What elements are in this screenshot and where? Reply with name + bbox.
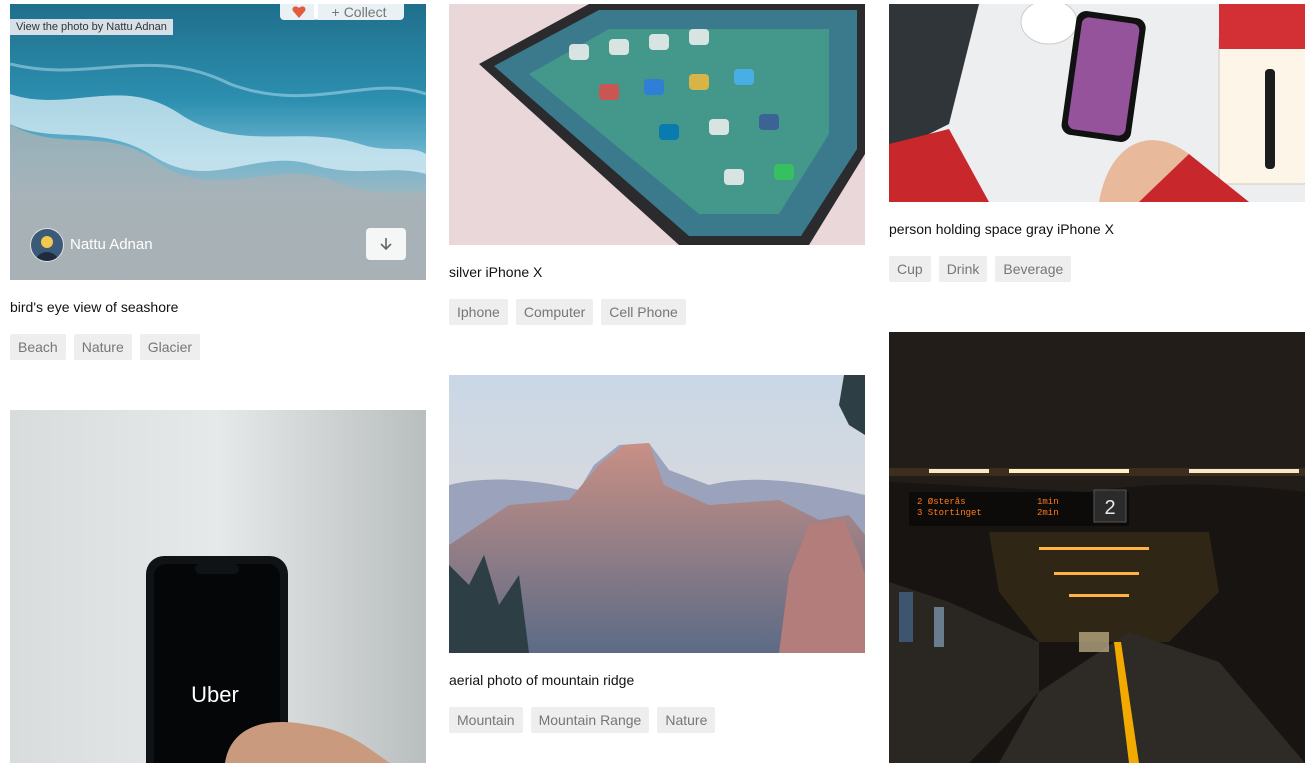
tag-cell-phone[interactable]: Cell Phone — [601, 299, 686, 325]
uber-image: Uber — [10, 410, 426, 763]
tag-mountain[interactable]: Mountain — [449, 707, 523, 733]
photo-caption: aerial photo of mountain ridge — [449, 672, 635, 688]
sign-time-2: 2min — [1037, 508, 1059, 518]
photo-caption: silver iPhone X — [449, 264, 543, 280]
tag-beverage[interactable]: Beverage — [995, 256, 1072, 282]
photo-caption: person holding space gray iPhone X — [889, 221, 1114, 237]
tag-list: Beach Nature Glacier — [10, 334, 201, 360]
plus-icon: + — [331, 4, 340, 20]
collect-button[interactable]: + Collect — [314, 0, 404, 20]
photo-seashore[interactable]: Nattu Adnan — [10, 4, 426, 280]
tag-beach[interactable]: Beach — [10, 334, 66, 360]
tag-glacier[interactable]: Glacier — [139, 334, 201, 360]
sign-line-1: 2 Østerås — [917, 497, 966, 507]
tag-list: Iphone Computer Cell Phone — [449, 299, 686, 325]
sign-line-2: 3 Stortinget — [917, 508, 982, 518]
tag-list: Mountain Mountain Range Nature — [449, 707, 716, 733]
author-name[interactable]: Nattu Adnan — [70, 236, 153, 253]
photo-mountain[interactable] — [449, 375, 865, 653]
tag-iphone[interactable]: Iphone — [449, 299, 508, 325]
person-iphone-image — [889, 4, 1305, 202]
photo-iphone-silver[interactable] — [449, 4, 865, 245]
iphone-silver-image — [449, 4, 865, 245]
tag-nature[interactable]: Nature — [73, 334, 132, 360]
subway-image: 2 Østerås 3 Stortinget 1min 2min 2 — [889, 332, 1305, 763]
collect-label: Collect — [343, 4, 387, 20]
photo-person-iphone[interactable] — [889, 4, 1305, 202]
tag-cup[interactable]: Cup — [889, 256, 931, 282]
tag-drink[interactable]: Drink — [938, 256, 988, 282]
platform-number: 2 — [1104, 497, 1115, 519]
photo-subway[interactable]: 2 Østerås 3 Stortinget 1min 2min 2 — [889, 332, 1305, 763]
photo-caption: bird's eye view of seashore — [10, 299, 179, 315]
photo-tooltip: View the photo by Nattu Adnan — [10, 19, 173, 35]
tag-computer[interactable]: Computer — [515, 299, 594, 325]
mountain-image — [449, 375, 865, 653]
like-button[interactable] — [280, 0, 318, 20]
tag-nature[interactable]: Nature — [657, 707, 716, 733]
sign-time-1: 1min — [1037, 497, 1059, 507]
photo-uber[interactable]: Uber — [10, 410, 426, 763]
tag-list: Cup Drink Beverage — [889, 256, 1072, 282]
download-button[interactable] — [366, 228, 406, 260]
download-arrow-icon — [380, 238, 392, 251]
tag-mountain-range[interactable]: Mountain Range — [530, 707, 650, 733]
author-avatar[interactable] — [30, 228, 64, 262]
uber-screen-text: Uber — [191, 682, 239, 707]
heart-icon — [292, 6, 306, 18]
